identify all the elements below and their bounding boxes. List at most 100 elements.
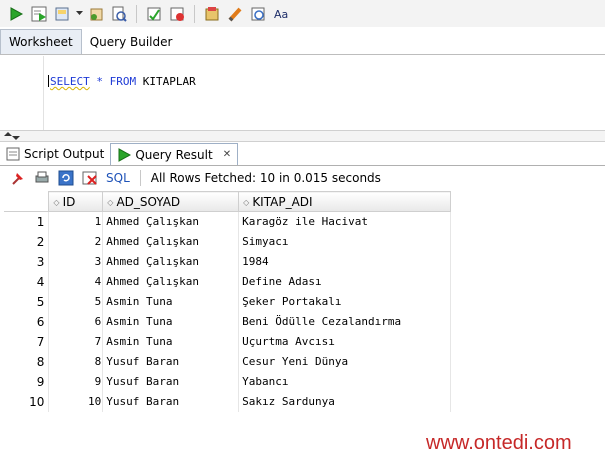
cell-ad-soyad[interactable]: Ahmed Çalışkan — [102, 271, 240, 292]
cell-id[interactable]: 9 — [48, 371, 104, 392]
row-number: 8 — [4, 351, 50, 372]
sql-code-line[interactable]: SELECT * FROM KITAPLAR — [48, 75, 196, 88]
text-caret — [48, 75, 49, 87]
clear-icon[interactable] — [202, 4, 222, 24]
cell-kitap-adi[interactable]: Karagöz ile Hacivat — [238, 211, 451, 232]
cell-id[interactable]: 4 — [48, 271, 104, 292]
panel-splitter[interactable] — [0, 130, 605, 142]
tab-script-output[interactable]: Script Output — [0, 143, 110, 165]
sort-icon: ◇ — [107, 197, 114, 207]
cell-id[interactable]: 5 — [48, 291, 104, 312]
row-number: 7 — [4, 331, 50, 352]
history-icon[interactable] — [248, 4, 268, 24]
sort-icon: ◇ — [53, 197, 60, 207]
run-script-icon[interactable] — [29, 4, 49, 24]
cell-kitap-adi[interactable]: Beni Ödülle Cezalandırma — [238, 311, 451, 332]
tab-query-builder[interactable]: Query Builder — [82, 29, 181, 54]
row-number: 1 — [4, 211, 50, 232]
table-row[interactable]: 1 1 Ahmed Çalışkan Karagöz ile Hacivat — [4, 211, 451, 232]
rollback-icon[interactable] — [86, 4, 106, 24]
cell-id[interactable]: 6 — [48, 311, 104, 332]
worksheet-tab-bar: Worksheet Query Builder — [0, 29, 605, 55]
toolbar-separator — [136, 4, 137, 23]
cell-id[interactable]: 1 — [48, 211, 104, 232]
table-row[interactable]: 9 9 Yusuf Baran Yabancı — [4, 371, 451, 392]
cell-id[interactable]: 8 — [48, 351, 104, 372]
watermark: www.ontedi.com — [426, 432, 572, 454]
tab-script-output-label: Script Output — [24, 147, 105, 161]
cell-ad-soyad[interactable]: Asmin Tuna — [102, 291, 240, 312]
table-row[interactable]: 7 7 Asmin Tuna Uçurtma Avcısı — [4, 331, 451, 352]
worksheet-toolbar: Aa — [0, 0, 605, 27]
refresh-icon[interactable] — [56, 168, 76, 188]
chevron-down-icon[interactable] — [75, 4, 83, 24]
pin-icon[interactable] — [8, 168, 28, 188]
sort-icon: ◇ — [243, 197, 250, 207]
cell-ad-soyad[interactable]: Ahmed Çalışkan — [102, 231, 240, 252]
tab-query-result[interactable]: Query Result ✕ — [110, 143, 239, 165]
table-row[interactable]: 10 10 Yusuf Baran Sakız Sardunya — [4, 391, 451, 412]
column-header-kitap-adi[interactable]: ◇ KITAP_ADI — [238, 191, 451, 212]
autotrace-icon[interactable] — [144, 4, 164, 24]
svg-text:Aa: Aa — [274, 8, 288, 21]
cell-kitap-adi[interactable]: Uçurtma Avcısı — [238, 331, 451, 352]
cell-kitap-adi[interactable]: Define Adası — [238, 271, 451, 292]
row-number: 10 — [4, 391, 50, 412]
cell-kitap-adi[interactable]: Şeker Portakalı — [238, 291, 451, 312]
cell-ad-soyad[interactable]: Yusuf Baran — [102, 371, 240, 392]
table-row[interactable]: 2 2 Ahmed Çalışkan Simyacı — [4, 231, 451, 252]
table-row[interactable]: 5 5 Asmin Tuna Şeker Portakalı — [4, 291, 451, 312]
row-number: 2 — [4, 231, 50, 252]
sql-editor[interactable]: SELECT * FROM KITAPLAR — [0, 56, 605, 130]
keyword-from: FROM — [109, 75, 137, 88]
script-output-icon — [6, 147, 20, 161]
cell-id[interactable]: 10 — [48, 391, 104, 412]
tab-worksheet[interactable]: Worksheet — [0, 29, 82, 54]
row-number: 9 — [4, 371, 50, 392]
case-icon[interactable]: Aa — [271, 4, 291, 24]
cell-kitap-adi[interactable]: Simyacı — [238, 231, 451, 252]
editor-gutter — [0, 56, 44, 130]
table-row[interactable]: 8 8 Yusuf Baran Cesur Yeni Dünya — [4, 351, 451, 372]
cell-id[interactable]: 7 — [48, 331, 104, 352]
column-header-id[interactable]: ◇ ID — [48, 191, 104, 212]
toolbar-separator — [139, 170, 141, 186]
cell-ad-soyad[interactable]: Yusuf Baran — [102, 351, 240, 372]
cell-kitap-adi[interactable]: 1984 — [238, 251, 451, 272]
commit-icon[interactable] — [52, 4, 72, 24]
tab-query-result-label: Query Result — [135, 147, 213, 162]
cell-ad-soyad[interactable]: Yusuf Baran — [102, 391, 240, 412]
grid-header-row: ◇ ID ◇ AD_SOYAD ◇ KITAP_ADI — [4, 191, 451, 212]
row-number: 5 — [4, 291, 50, 312]
toolbar-separator — [194, 4, 195, 23]
splitter-arrows-icon[interactable] — [4, 132, 20, 143]
row-number: 4 — [4, 271, 50, 292]
cell-ad-soyad[interactable]: Asmin Tuna — [102, 311, 240, 332]
table-row[interactable]: 4 4 Ahmed Çalışkan Define Adası — [4, 271, 451, 292]
cell-kitap-adi[interactable]: Sakız Sardunya — [238, 391, 451, 412]
result-toolbar: SQL All Rows Fetched: 10 in 0.015 second… — [0, 166, 605, 190]
print-icon[interactable] — [32, 168, 52, 188]
sql-link[interactable]: SQL — [106, 171, 130, 185]
explain-icon[interactable] — [109, 4, 129, 24]
close-icon[interactable]: ✕ — [223, 149, 231, 160]
column-header-ad-soyad[interactable]: ◇ AD_SOYAD — [102, 191, 240, 212]
select-star: * — [89, 75, 110, 88]
table-row[interactable]: 3 3 Ahmed Çalışkan 1984 — [4, 251, 451, 272]
table-name: KITAPLAR — [136, 75, 196, 88]
cell-ad-soyad[interactable]: Ahmed Çalışkan — [102, 251, 240, 272]
table-row[interactable]: 6 6 Asmin Tuna Beni Ödülle Cezalandırma — [4, 311, 451, 332]
cell-kitap-adi[interactable]: Yabancı — [238, 371, 451, 392]
delete-icon[interactable] — [80, 168, 100, 188]
cell-id[interactable]: 2 — [48, 231, 104, 252]
row-number: 6 — [4, 311, 50, 332]
result-grid[interactable]: ◇ ID ◇ AD_SOYAD ◇ KITAP_ADI 1 1 Ahmed Çalışka… — [4, 191, 451, 412]
cell-ad-soyad[interactable]: Ahmed Çalışkan — [102, 211, 240, 232]
format-icon[interactable] — [225, 4, 245, 24]
sql-tuning-icon[interactable] — [167, 4, 187, 24]
row-number-header — [4, 191, 50, 212]
cell-ad-soyad[interactable]: Asmin Tuna — [102, 331, 240, 352]
cell-id[interactable]: 3 — [48, 251, 104, 272]
run-statement-icon[interactable] — [6, 4, 26, 24]
cell-kitap-adi[interactable]: Cesur Yeni Dünya — [238, 351, 451, 372]
